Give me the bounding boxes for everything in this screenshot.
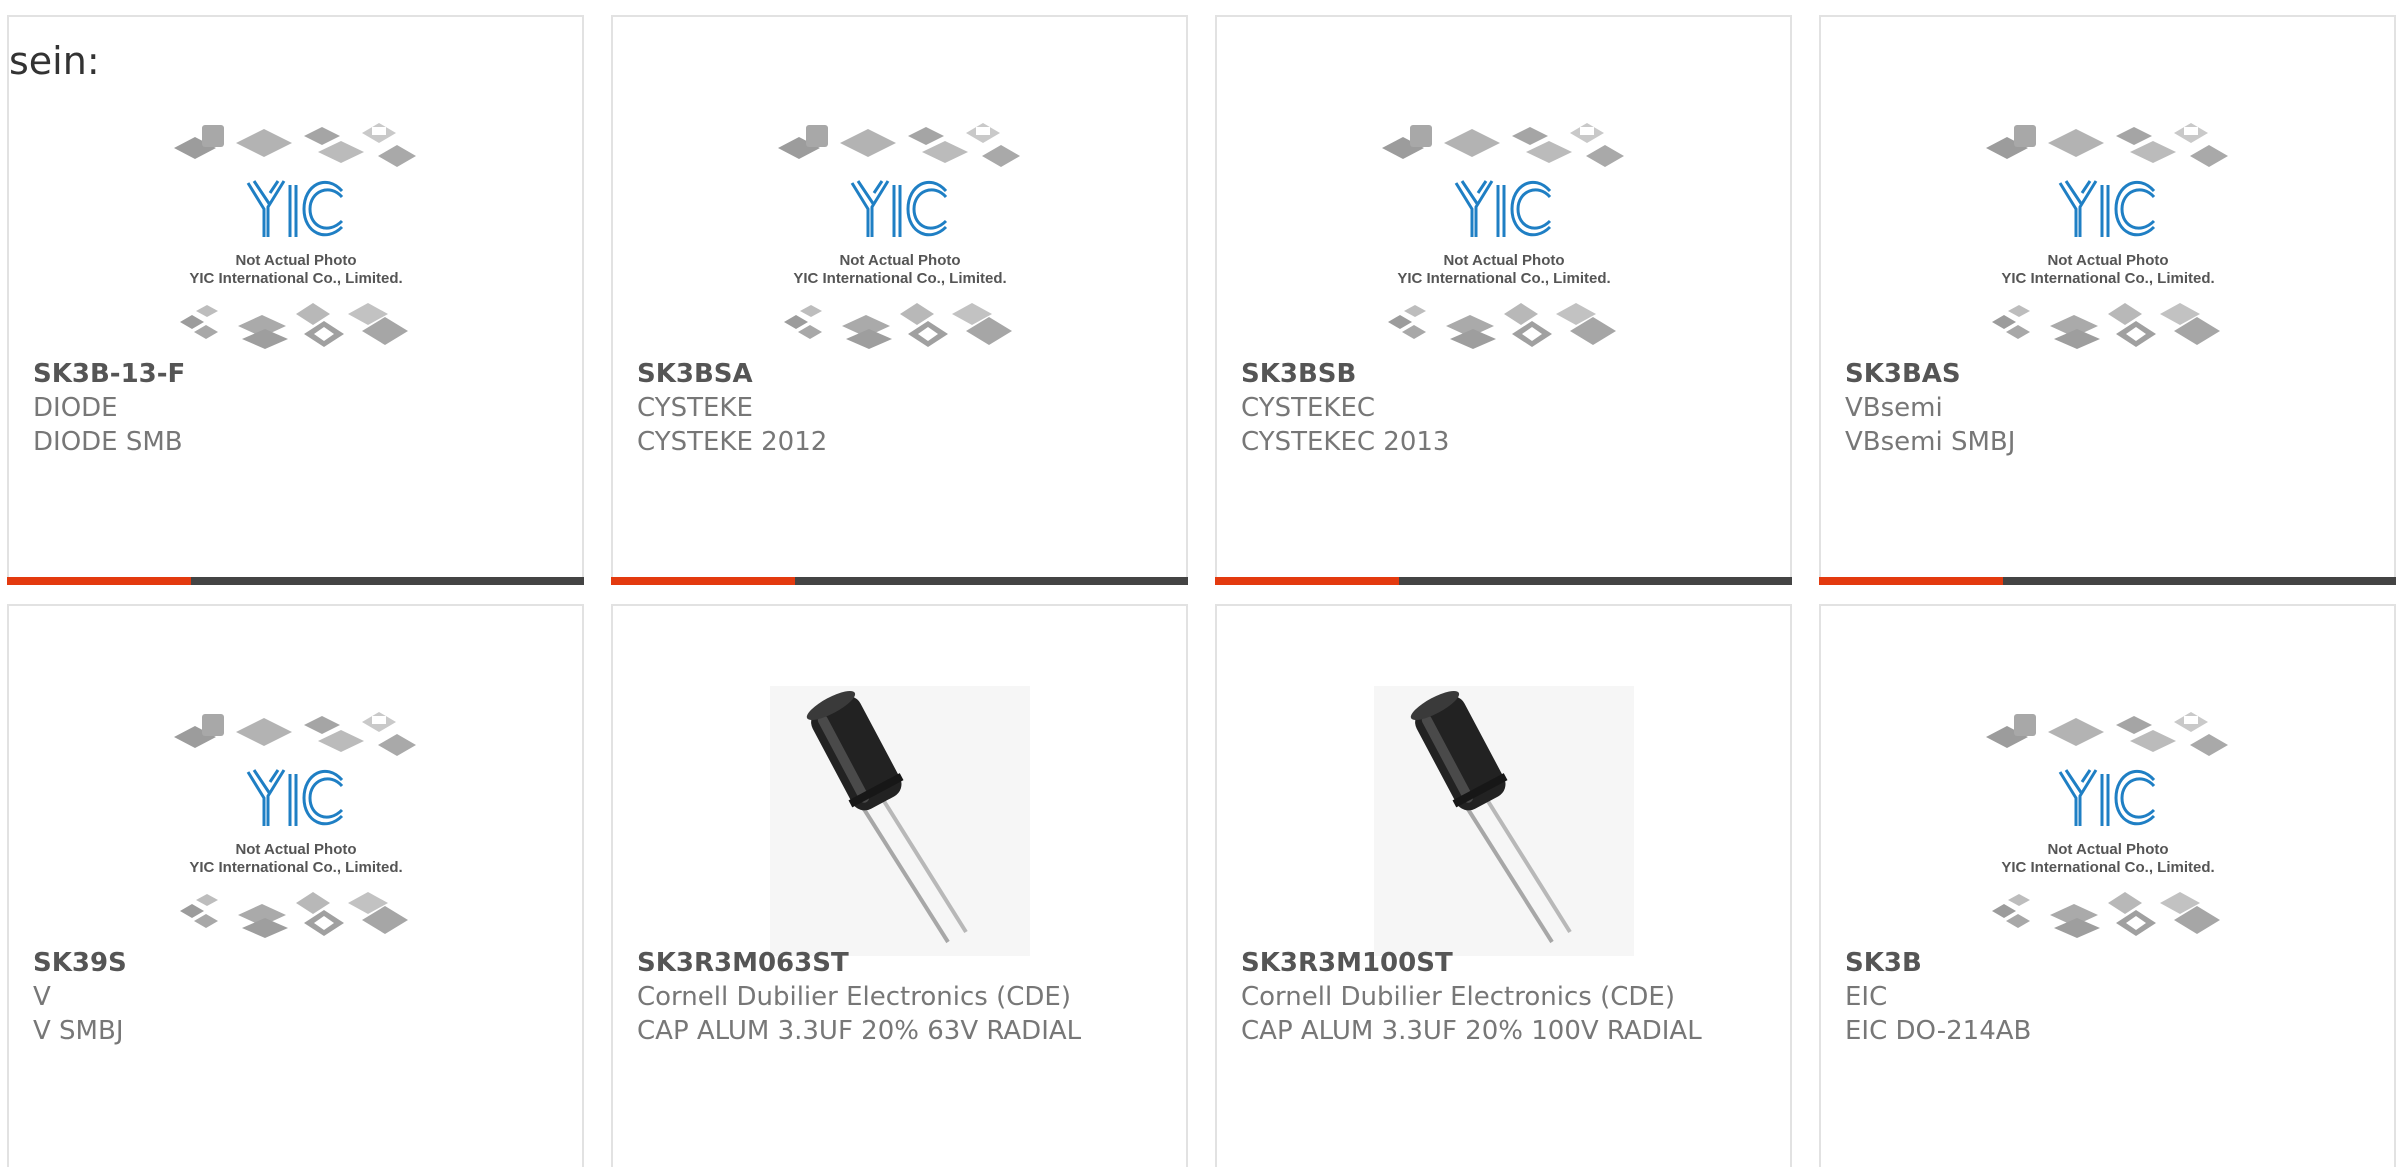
product-card[interactable]: Not Actual Photo YIC International Co., … <box>1819 15 2396 585</box>
part-number[interactable]: SK3BAS <box>1845 357 2376 391</box>
product-card[interactable]: SK3R3M100ST Cornell Dubilier Electronics… <box>1215 604 1792 1167</box>
manufacturer: DIODE <box>33 393 118 423</box>
photo-background <box>770 686 1030 956</box>
product-card[interactable]: Not Actual Photo YIC International Co., … <box>7 604 584 1167</box>
product-description: DIODE SMB <box>33 427 183 457</box>
placeholder-caption-2: YIC International Co., Limited. <box>189 859 402 876</box>
manufacturer: CYSTEKE <box>637 393 753 423</box>
placeholder-caption-1: Not Actual Photo <box>1443 252 1564 269</box>
product-info: SK3BSB CYSTEKEC CYSTEKEC 2013 <box>1241 357 1772 459</box>
product-image[interactable]: Not Actual Photo YIC International Co., … <box>770 97 1030 367</box>
product-info: SK3R3M063ST Cornell Dubilier Electronics… <box>637 946 1168 1048</box>
product-info: SK3BAS VBsemi VBsemi SMBJ <box>1845 357 2376 459</box>
chip-icons-bottom <box>1992 892 2220 938</box>
product-description: VBsemi SMBJ <box>1845 427 2016 457</box>
product-info: SK3R3M100ST Cornell Dubilier Electronics… <box>1241 946 1772 1048</box>
yic-logo-icon <box>246 180 344 237</box>
card-bottom-bar <box>1819 577 2396 585</box>
placeholder-caption-1: Not Actual Photo <box>839 252 960 269</box>
placeholder-caption-2: YIC International Co., Limited. <box>189 270 402 287</box>
product-info: SK3B EIC EIC DO-214AB <box>1845 946 2376 1048</box>
yic-logo-icon <box>246 769 344 826</box>
part-number[interactable]: SK3B-13-F <box>33 357 564 391</box>
manufacturer: Cornell Dubilier Electronics (CDE) <box>637 982 1071 1012</box>
card-accent-bar <box>1215 577 1399 585</box>
yic-logo-icon <box>2058 769 2156 826</box>
card-accent-bar <box>7 577 191 585</box>
chip-icons-bottom <box>180 892 408 938</box>
chip-icons-top <box>778 123 1020 167</box>
manufacturer: VBsemi <box>1845 393 1943 423</box>
part-number[interactable]: SK39S <box>33 946 564 980</box>
lead-text: sein: <box>9 39 100 83</box>
photo-background <box>1374 686 1634 956</box>
part-number[interactable]: SK3R3M100ST <box>1241 946 1772 980</box>
yic-logo-icon <box>1454 180 1552 237</box>
product-description: CAP ALUM 3.3UF 20% 63V RADIAL <box>637 1016 1082 1046</box>
product-card[interactable]: Not Actual Photo YIC International Co., … <box>7 15 584 585</box>
product-description: EIC DO-214AB <box>1845 1016 2032 1046</box>
product-image[interactable]: Not Actual Photo YIC International Co., … <box>1978 686 2238 956</box>
chip-icons-top <box>174 712 416 756</box>
placeholder-caption-2: YIC International Co., Limited. <box>793 270 1006 287</box>
yic-logo-icon <box>2058 180 2156 237</box>
product-image[interactable]: Not Actual Photo YIC International Co., … <box>1374 97 1634 367</box>
product-image[interactable] <box>770 686 1030 956</box>
part-number[interactable]: SK3BSA <box>637 357 1168 391</box>
part-number[interactable]: SK3BSB <box>1241 357 1772 391</box>
product-description: CYSTEKEC 2013 <box>1241 427 1450 457</box>
product-description: CYSTEKE 2012 <box>637 427 828 457</box>
chip-icons-top <box>174 123 416 167</box>
product-info: SK3BSA CYSTEKE CYSTEKE 2012 <box>637 357 1168 459</box>
manufacturer: CYSTEKEC <box>1241 393 1376 423</box>
product-image[interactable] <box>1374 686 1634 956</box>
product-grid-page: sein: Not Actual Photo YIC International… <box>0 0 2400 1167</box>
product-description: V SMBJ <box>33 1016 124 1046</box>
chip-icons-top <box>1382 123 1624 167</box>
part-number[interactable]: SK3B <box>1845 946 2376 980</box>
placeholder-caption-2: YIC International Co., Limited. <box>2001 859 2214 876</box>
manufacturer: V <box>33 982 51 1012</box>
product-description: CAP ALUM 3.3UF 20% 100V RADIAL <box>1241 1016 1702 1046</box>
product-info: SK39S V V SMBJ <box>33 946 564 1048</box>
card-accent-bar <box>611 577 795 585</box>
placeholder-caption-2: YIC International Co., Limited. <box>2001 270 2214 287</box>
part-number[interactable]: SK3R3M063ST <box>637 946 1168 980</box>
product-image[interactable]: Not Actual Photo YIC International Co., … <box>1978 97 2238 367</box>
card-bottom-bar <box>611 577 1188 585</box>
chip-icons-top <box>1986 712 2228 756</box>
product-card[interactable]: Not Actual Photo YIC International Co., … <box>1819 604 2396 1167</box>
card-bottom-bar <box>1215 577 1792 585</box>
placeholder-caption-1: Not Actual Photo <box>235 841 356 858</box>
product-card[interactable]: Not Actual Photo YIC International Co., … <box>1215 15 1792 585</box>
chip-icons-bottom <box>180 303 408 349</box>
chip-icons-bottom <box>784 303 1012 349</box>
placeholder-caption-1: Not Actual Photo <box>2047 841 2168 858</box>
product-info: SK3B-13-F DIODE DIODE SMB <box>33 357 564 459</box>
placeholder-caption-2: YIC International Co., Limited. <box>1397 270 1610 287</box>
chip-icons-bottom <box>1992 303 2220 349</box>
product-image[interactable]: Not Actual Photo YIC International Co., … <box>166 97 426 367</box>
product-image[interactable]: Not Actual Photo YIC International Co., … <box>166 686 426 956</box>
card-bottom-bar <box>7 577 584 585</box>
manufacturer: EIC <box>1845 982 1888 1012</box>
placeholder-caption-1: Not Actual Photo <box>2047 252 2168 269</box>
manufacturer: Cornell Dubilier Electronics (CDE) <box>1241 982 1675 1012</box>
placeholder-caption-1: Not Actual Photo <box>235 252 356 269</box>
product-card[interactable]: SK3R3M063ST Cornell Dubilier Electronics… <box>611 604 1188 1167</box>
product-card[interactable]: Not Actual Photo YIC International Co., … <box>611 15 1188 585</box>
yic-logo-icon <box>850 180 948 237</box>
chip-icons-bottom <box>1388 303 1616 349</box>
chip-icons-top <box>1986 123 2228 167</box>
card-accent-bar <box>1819 577 2003 585</box>
